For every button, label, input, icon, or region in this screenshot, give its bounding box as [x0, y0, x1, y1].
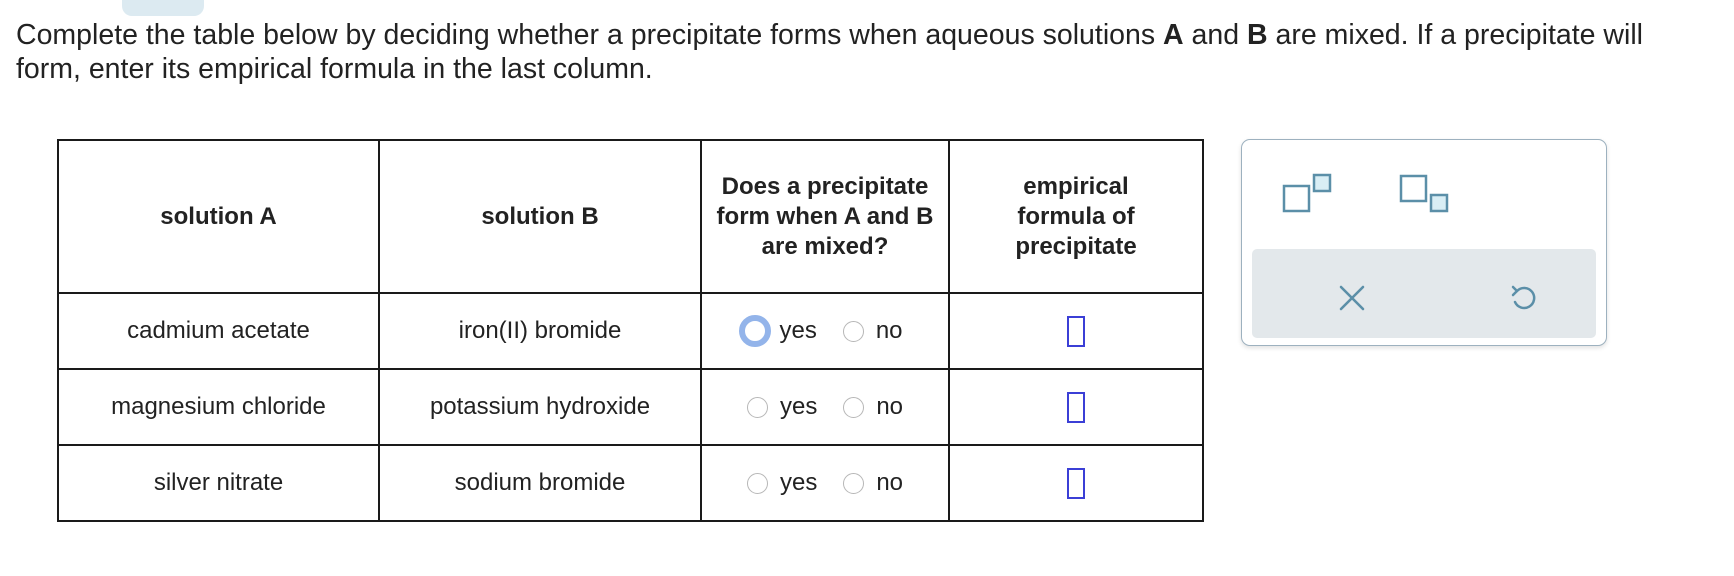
cell-solution-a: cadmium acetate — [57, 292, 380, 370]
cell-precipitate-choice: yes no — [700, 444, 950, 522]
clear-icon[interactable] — [1337, 283, 1367, 313]
cell-formula — [948, 292, 1204, 370]
cell-solution-b: potassium hydroxide — [378, 368, 702, 446]
formula-input[interactable] — [1067, 467, 1085, 499]
radio-no-circle[interactable] — [843, 396, 865, 418]
header-solution-b: solution B — [378, 139, 702, 294]
superscript-icon[interactable] — [1282, 173, 1332, 215]
radio-yes[interactable]: yes — [746, 469, 818, 497]
radio-yes-circle[interactable] — [739, 315, 772, 347]
cell-solution-a: silver nitrate — [57, 444, 380, 522]
bold-b: B — [1247, 19, 1268, 51]
subscript-icon[interactable] — [1399, 173, 1449, 215]
table-header-row: solution A solution B Does a precipitate… — [57, 139, 1204, 294]
radio-no[interactable]: no — [843, 469, 903, 497]
instructions-text: Complete the table below by deciding whe… — [16, 19, 1643, 85]
table-row: cadmium acetate iron(II) bromide yes no — [57, 292, 1204, 370]
cell-solution-a: magnesium chloride — [57, 368, 380, 446]
formula-input[interactable] — [1067, 391, 1085, 423]
radio-no-label: no — [876, 393, 904, 420]
radio-no[interactable]: no — [843, 393, 903, 421]
radio-yes-circle[interactable] — [746, 472, 768, 494]
bold-a: A — [1163, 19, 1184, 51]
math-palette — [1241, 139, 1607, 346]
header-empirical-formula: empirical formula of precipitate — [948, 139, 1204, 294]
table-row: magnesium chloride potassium hydroxide y… — [57, 368, 1204, 446]
radio-yes-label: yes — [779, 469, 818, 496]
radio-yes[interactable]: yes — [746, 393, 818, 421]
cell-precipitate-choice: yes no — [700, 292, 950, 370]
radio-yes-circle[interactable] — [746, 396, 768, 418]
radio-yes-label: yes — [779, 393, 818, 420]
undo-icon[interactable] — [1508, 282, 1540, 314]
cell-solution-b: sodium bromide — [378, 444, 702, 522]
radio-no-circle[interactable] — [843, 472, 865, 494]
cell-solution-b: iron(II) bromide — [378, 292, 702, 370]
cell-precipitate-choice: yes no — [700, 368, 950, 446]
radio-yes-label: yes — [779, 317, 817, 344]
palette-action-bar — [1252, 249, 1596, 338]
radio-no-label: no — [876, 469, 904, 496]
cell-formula — [948, 368, 1204, 446]
radio-no[interactable]: no — [842, 317, 903, 345]
precipitate-table: solution A solution B Does a precipitate… — [57, 139, 1204, 522]
radio-no-label: no — [875, 317, 903, 344]
top-tab[interactable] — [122, 0, 204, 16]
radio-no-circle[interactable] — [842, 320, 864, 342]
formula-input[interactable] — [1067, 315, 1085, 347]
table-row: silver nitrate sodium bromide yes no — [57, 444, 1204, 522]
header-solution-a: solution A — [57, 139, 380, 294]
header-precipitate-question: Does a precipitate form when A and B are… — [700, 139, 950, 294]
radio-yes[interactable]: yes — [739, 315, 817, 347]
cell-formula — [948, 444, 1204, 522]
